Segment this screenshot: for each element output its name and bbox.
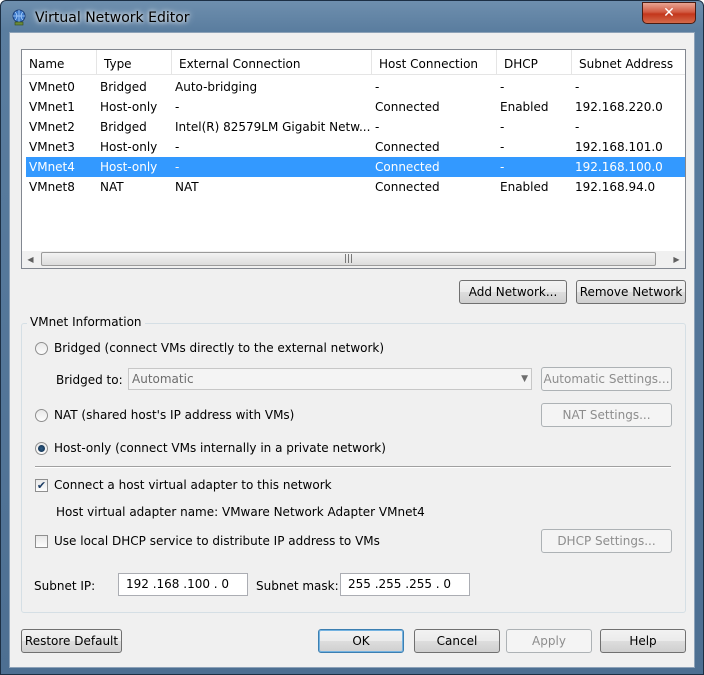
cell-name: VMnet8 <box>29 180 75 194</box>
table-row-vmnet0[interactable]: VMnet0 Bridged Auto-bridging - - - <box>26 77 685 97</box>
ok-button[interactable]: OK <box>318 629 404 653</box>
cell-name: VMnet1 <box>29 100 75 114</box>
column-header-external-connection[interactable]: External Connection <box>172 50 372 74</box>
cell-host-connection: Connected <box>375 180 440 194</box>
dhcp-settings-button[interactable]: DHCP Settings... <box>541 529 672 553</box>
cell-dhcp: Enabled <box>500 100 549 114</box>
separator <box>35 466 671 468</box>
list-header: Name Type External Connection Host Conne… <box>22 50 685 75</box>
bridged-to-value: Automatic <box>132 372 194 386</box>
cell-type: Host-only <box>100 100 158 114</box>
cell-name: VMnet3 <box>29 140 75 154</box>
column-header-host-connection[interactable]: Host Connection <box>372 50 497 74</box>
cell-subnet-address: 192.168.94.0 <box>575 180 656 194</box>
close-button[interactable]: ✕ <box>642 2 696 24</box>
cell-dhcp: - <box>500 120 505 134</box>
vmnet-information-label: VMnet Information <box>27 315 145 329</box>
nat-label[interactable]: NAT (shared host's IP address with VMs) <box>54 408 294 422</box>
cell-subnet-address: - <box>575 120 580 134</box>
cell-subnet-address: 192.168.101.0 <box>575 140 663 154</box>
horizontal-scrollbar[interactable]: ◀ ||| ▶ <box>22 251 685 268</box>
cell-type: NAT <box>100 180 124 194</box>
cell-dhcp: - <box>500 160 505 174</box>
window-title: Virtual Network Editor <box>35 10 190 26</box>
bridged-radio[interactable] <box>35 342 48 355</box>
column-header-name[interactable]: Name <box>22 50 97 74</box>
cancel-button[interactable]: Cancel <box>414 629 500 653</box>
column-header-type[interactable]: Type <box>97 50 172 74</box>
cell-name: VMnet2 <box>29 120 75 134</box>
host-only-label[interactable]: Host-only (connect VMs internally in a p… <box>54 441 386 455</box>
cell-host-connection: - <box>375 80 380 94</box>
scrollbar-grip-icon: ||| <box>343 254 354 264</box>
title-bar[interactable]: Virtual Network Editor ✕ <box>1 1 703 33</box>
subnet-ip-label: Subnet IP: <box>34 579 96 593</box>
automatic-settings-button[interactable]: Automatic Settings... <box>541 367 672 391</box>
bridged-to-select[interactable]: Automatic ▼ <box>128 368 532 390</box>
cell-host-connection: Connected <box>375 160 440 174</box>
checkmark-icon: ✔ <box>36 479 47 492</box>
host-only-radio[interactable] <box>35 442 48 455</box>
dhcp-checkbox[interactable] <box>35 535 48 548</box>
help-button[interactable]: Help <box>600 629 686 653</box>
cell-name: VMnet4 <box>29 160 75 174</box>
column-header-subnet-address[interactable]: Subnet Address <box>572 50 685 74</box>
cell-type: Bridged <box>100 120 147 134</box>
cell-dhcp: - <box>500 80 505 94</box>
table-row-vmnet3[interactable]: VMnet3 Host-only - Connected - 192.168.1… <box>26 137 685 157</box>
cell-external-connection: - <box>175 160 180 174</box>
table-row-vmnet4-selected[interactable]: VMnet4 Host-only - Connected - 192.168.1… <box>26 157 685 177</box>
network-list[interactable]: Name Type External Connection Host Conne… <box>21 49 686 269</box>
subnet-mask-label: Subnet mask: <box>256 579 339 593</box>
nat-radio[interactable] <box>35 409 48 422</box>
connect-adapter-checkbox[interactable]: ✔ <box>35 479 48 492</box>
cell-dhcp: Enabled <box>500 180 549 194</box>
dhcp-label[interactable]: Use local DHCP service to distribute IP … <box>54 534 380 548</box>
cell-host-connection: Connected <box>375 140 440 154</box>
cell-subnet-address: 192.168.220.0 <box>575 100 663 114</box>
cell-external-connection: NAT <box>175 180 199 194</box>
cell-type: Host-only <box>100 160 158 174</box>
table-row-vmnet1[interactable]: VMnet1 Host-only - Connected Enabled 192… <box>26 97 685 117</box>
cell-external-connection: - <box>175 140 180 154</box>
chevron-down-icon: ▼ <box>521 374 528 384</box>
remove-network-button[interactable]: Remove Network <box>576 280 686 304</box>
cell-external-connection: Intel(R) 82579LM Gigabit Netw... <box>175 120 371 134</box>
scroll-right-icon[interactable]: ▶ <box>668 251 685 268</box>
connect-adapter-label[interactable]: Connect a host virtual adapter to this n… <box>54 478 332 492</box>
scrollbar-thumb[interactable]: ||| <box>41 252 656 266</box>
bridged-to-label: Bridged to: <box>56 373 123 387</box>
cell-host-connection: Connected <box>375 100 440 114</box>
cell-subnet-address: - <box>575 80 580 94</box>
cell-external-connection: Auto-bridging <box>175 80 258 94</box>
close-icon: ✕ <box>663 5 675 21</box>
table-row-vmnet8[interactable]: VMnet8 NAT NAT Connected Enabled 192.168… <box>26 177 685 197</box>
adapter-name-label: Host virtual adapter name: VMware Networ… <box>56 505 425 519</box>
restore-default-button[interactable]: Restore Default <box>21 629 122 653</box>
column-header-dhcp[interactable]: DHCP <box>497 50 572 74</box>
scroll-left-icon[interactable]: ◀ <box>22 251 39 268</box>
cell-type: Bridged <box>100 80 147 94</box>
dialog-client-area: Name Type External Connection Host Conne… <box>9 32 695 668</box>
cell-dhcp: - <box>500 140 505 154</box>
cell-name: VMnet0 <box>29 80 75 94</box>
cell-subnet-address: 192.168.100.0 <box>575 160 663 174</box>
nat-settings-button[interactable]: NAT Settings... <box>541 403 672 427</box>
table-row-vmnet2[interactable]: VMnet2 Bridged Intel(R) 82579LM Gigabit … <box>26 117 685 137</box>
subnet-ip-input[interactable]: 192 .168 .100 . 0 <box>118 573 248 596</box>
virtual-network-editor-window: Virtual Network Editor ✕ Name Type Exter… <box>0 0 704 675</box>
cell-type: Host-only <box>100 140 158 154</box>
cell-host-connection: - <box>375 120 380 134</box>
bridged-label[interactable]: Bridged (connect VMs directly to the ext… <box>54 341 384 355</box>
subnet-mask-input[interactable]: 255 .255 .255 . 0 <box>340 573 470 596</box>
cell-external-connection: - <box>175 100 180 114</box>
network-globe-icon <box>12 9 26 26</box>
apply-button[interactable]: Apply <box>506 629 592 653</box>
add-network-button[interactable]: Add Network... <box>459 280 567 304</box>
